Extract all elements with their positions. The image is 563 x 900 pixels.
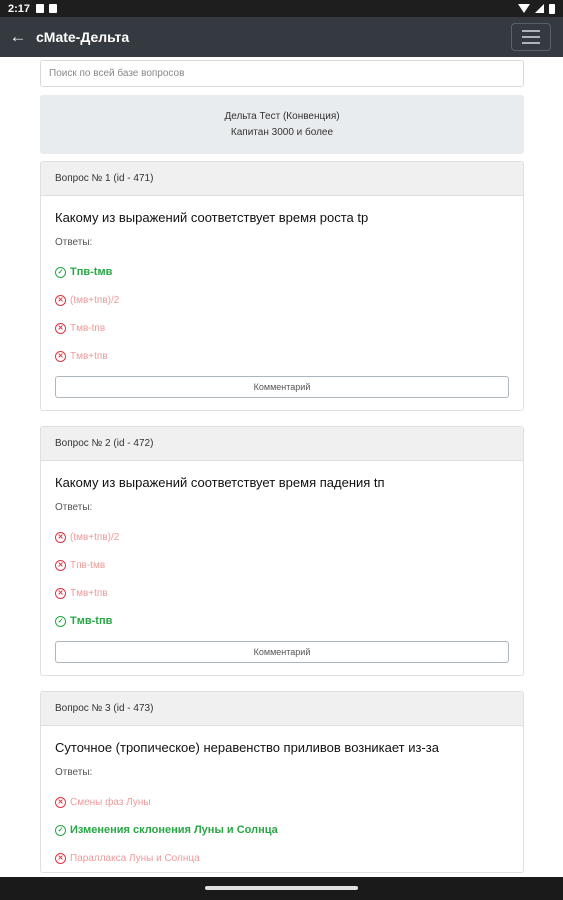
question-header: Вопрос № 3 (id - 473) xyxy=(41,692,523,726)
question-header: Вопрос № 2 (id - 472) xyxy=(41,427,523,461)
check-circle-icon: ✓ xyxy=(55,615,66,627)
notification-icon xyxy=(49,4,58,13)
question-card: Вопрос № 1 (id - 471) Какому из выражени… xyxy=(40,161,524,411)
answer-text: Tпв-tмв xyxy=(70,559,106,571)
check-circle-icon: ✓ xyxy=(55,824,66,836)
answer-wrong: ✕ Tпв-tмв xyxy=(55,551,509,579)
x-circle-icon: ✕ xyxy=(55,350,66,362)
x-circle-icon: ✕ xyxy=(55,796,66,808)
check-circle-icon: ✓ xyxy=(55,266,66,278)
hamburger-line xyxy=(522,36,540,38)
test-info-box: Дельта Тест (Конвенция) Капитан 3000 и б… xyxy=(40,95,524,154)
comment-button[interactable]: Комментарий xyxy=(55,376,509,398)
answers-label: Ответы: xyxy=(55,237,93,248)
answer-text: Tмв+tпв xyxy=(70,350,108,362)
x-circle-icon: ✕ xyxy=(55,587,66,599)
answer-wrong: ✕ Tмв+tпв xyxy=(55,579,509,607)
system-nav-bar xyxy=(0,877,563,900)
answer-wrong: ✕ (tмв+tпв)/2 xyxy=(55,523,509,551)
question-card: Вопрос № 3 (id - 473) Суточное (тропичес… xyxy=(40,691,524,873)
answer-text: Tпв-tмв xyxy=(70,266,113,278)
answer-text: Смены фаз Луны xyxy=(70,796,151,808)
answer-correct: ✓ Изменения склонения Луны и Солнца xyxy=(55,816,509,844)
search-input[interactable] xyxy=(40,60,524,87)
content-area[interactable]: Дельта Тест (Конвенция) Капитан 3000 и б… xyxy=(0,57,563,877)
x-circle-icon: ✕ xyxy=(55,322,66,334)
x-circle-icon: ✕ xyxy=(55,852,66,864)
app-title: cMate-Дельта xyxy=(36,29,130,45)
status-time: 2:17 xyxy=(8,2,31,15)
hamburger-line xyxy=(522,42,540,44)
wifi-icon xyxy=(518,4,530,13)
test-subtitle: Капитан 3000 и более xyxy=(230,127,334,138)
answer-text: Tмв+tпв xyxy=(70,587,108,599)
answer-text: Изменения склонения Луны и Солнца xyxy=(70,824,278,836)
answer-wrong: ✕ (tмв+tпв)/2 xyxy=(55,286,509,314)
answer-text: Tмв-tпв xyxy=(70,615,113,627)
question-card: Вопрос № 2 (id - 472) Какому из выражени… xyxy=(40,426,524,676)
test-title: Дельта Тест (Конвенция) xyxy=(224,111,340,122)
answer-text: Параллакса Луны и Солнца xyxy=(70,852,200,864)
answer-wrong: ✕ Tмв+tпв xyxy=(55,342,509,370)
answer-wrong: ✕ Tмв-tпв xyxy=(55,314,509,342)
back-arrow-icon[interactable]: ← xyxy=(0,27,36,47)
sim-icon xyxy=(36,4,45,13)
signal-icon xyxy=(535,4,544,13)
answer-wrong: ✕ Смены фаз Луны xyxy=(55,788,509,816)
answer-correct: ✓ Tпв-tмв xyxy=(55,258,509,286)
menu-button[interactable] xyxy=(511,23,551,51)
hamburger-line xyxy=(522,30,540,32)
answer-correct: ✓ Tмв-tпв xyxy=(55,607,509,635)
home-gesture-pill[interactable] xyxy=(205,886,358,890)
answer-wrong: ✕ Параллакса Луны и Солнца xyxy=(55,844,509,872)
battery-icon xyxy=(549,3,555,14)
answer-text: (tмв+tпв)/2 xyxy=(70,531,120,543)
comment-button[interactable]: Комментарий xyxy=(55,641,509,663)
answer-text: (tмв+tпв)/2 xyxy=(70,294,120,306)
status-bar: 2:17 xyxy=(0,0,563,17)
answers-label: Ответы: xyxy=(55,767,93,778)
question-header: Вопрос № 1 (id - 471) xyxy=(41,162,523,196)
x-circle-icon: ✕ xyxy=(55,294,66,306)
x-circle-icon: ✕ xyxy=(55,559,66,571)
question-text: Суточное (тропическое) неравенство прили… xyxy=(55,740,439,755)
question-text: Какому из выражений соответствует время … xyxy=(55,210,369,225)
answer-text: Tмв-tпв xyxy=(70,322,106,334)
x-circle-icon: ✕ xyxy=(55,531,66,543)
app-bar: ← cMate-Дельта xyxy=(0,17,563,57)
question-text: Какому из выражений соответствует время … xyxy=(55,475,385,490)
answers-label: Ответы: xyxy=(55,502,93,513)
